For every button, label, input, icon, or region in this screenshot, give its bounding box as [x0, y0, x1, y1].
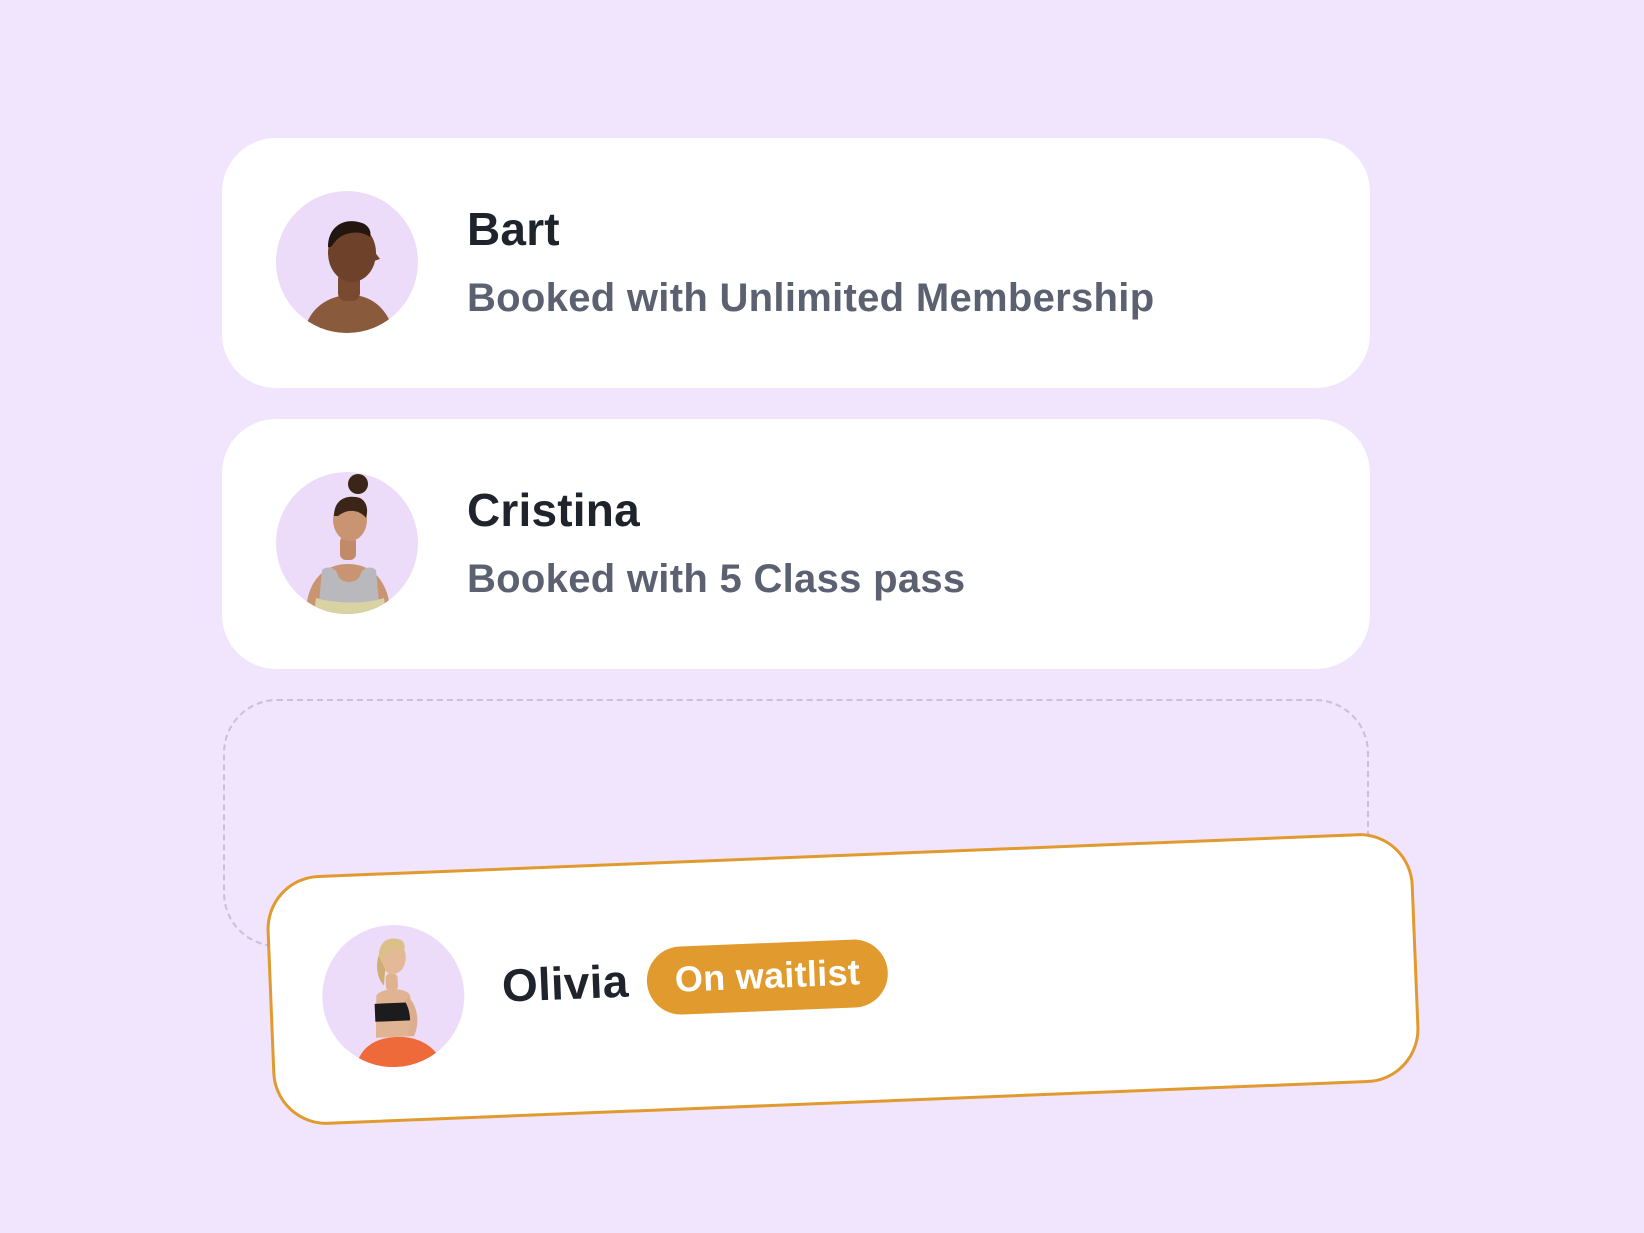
member-name: Olivia [500, 954, 630, 1012]
person-icon [304, 221, 394, 333]
booking-detail: Booked with 5 Class pass [467, 557, 966, 601]
booking-card-cristina[interactable]: Cristina Booked with 5 Class pass [222, 419, 1370, 669]
avatar [276, 472, 418, 614]
member-name: Bart [467, 203, 560, 255]
avatar [319, 922, 468, 1070]
waitlist-badge: On waitlist [645, 938, 890, 1016]
waitlist-card-olivia[interactable]: Olivia On waitlist [264, 831, 1422, 1127]
person-icon [355, 938, 444, 1069]
booking-detail: Booked with Unlimited Membership [467, 276, 1155, 320]
person-icon [306, 474, 390, 614]
member-name: Cristina [467, 484, 640, 536]
avatar [276, 191, 418, 333]
booking-card-bart[interactable]: Bart Booked with Unlimited Membership [222, 138, 1370, 388]
